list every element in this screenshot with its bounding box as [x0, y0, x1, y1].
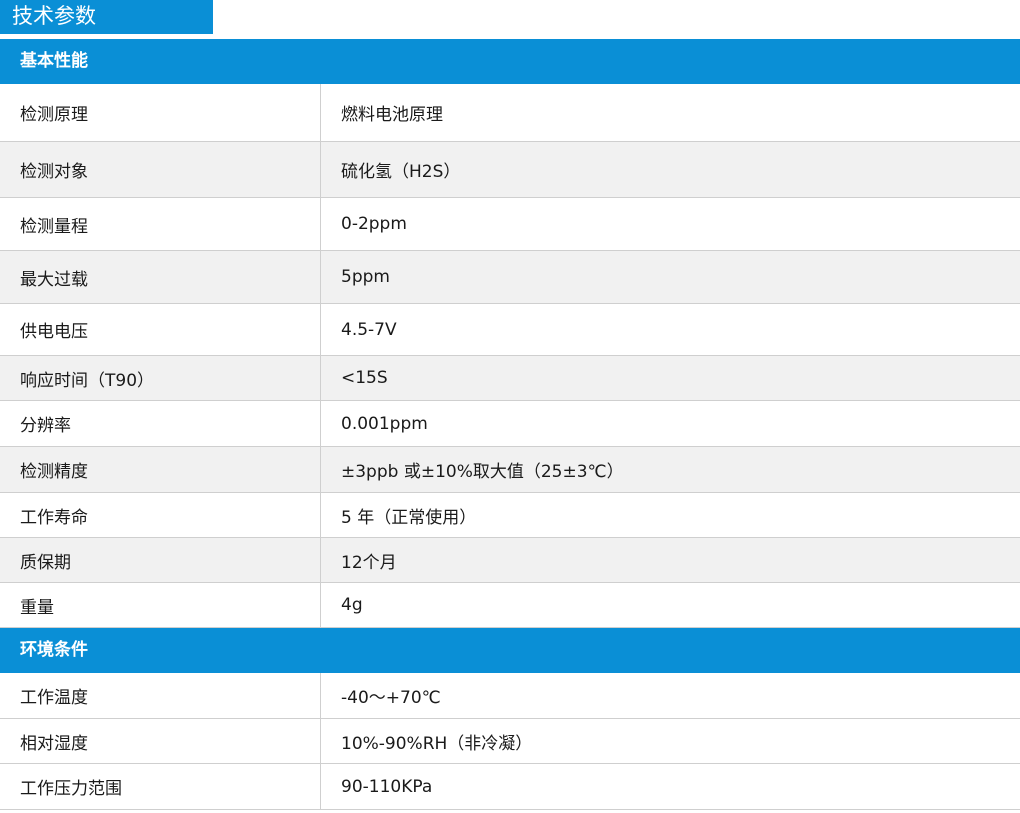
table-row: 检测原理 燃料电池原理 [0, 84, 1020, 142]
section-header-environment: 环境条件 [0, 628, 1020, 673]
row-value: ±3ppb 或±10%取大值（25±3℃） [341, 462, 624, 482]
row-value: 硫化氢（H2S） [341, 162, 461, 182]
row-value: 90-110KPa [341, 776, 433, 797]
row-value: 0-2ppm [341, 214, 407, 234]
table-row: 工作温度 -40～+70℃ [0, 673, 1020, 719]
row-label: 响应时间（T90） [0, 356, 321, 400]
table-row: 响应时间（T90） <15S [0, 356, 1020, 401]
row-value: -40～+70℃ [341, 688, 441, 708]
row-label: 工作温度 [0, 673, 321, 718]
row-value: 0.001ppm [341, 413, 428, 434]
row-label: 供电电压 [0, 304, 321, 355]
row-label: 质保期 [0, 538, 321, 582]
row-value: 4g [341, 595, 363, 615]
table-row: 分辨率 0.001ppm [0, 401, 1020, 447]
row-label: 检测对象 [0, 142, 321, 197]
row-value: 5ppm [341, 267, 390, 287]
table-row: 最大过载 5ppm [0, 251, 1020, 304]
table-row: 供电电压 4.5-7V [0, 304, 1020, 356]
row-value: 5 年（正常使用） [341, 507, 477, 528]
table-row: 相对湿度 10%-90%RH（非冷凝） [0, 719, 1020, 764]
row-value: <15S [341, 368, 388, 388]
title-divider [0, 34, 1020, 35]
row-label: 最大过载 [0, 251, 321, 303]
section-header-basic-performance: 基本性能 [0, 39, 1020, 84]
table-row: 检测精度 ±3ppb 或±10%取大值（25±3℃） [0, 447, 1020, 493]
row-value: 4.5-7V [341, 319, 397, 340]
page-title: 技术参数 [0, 0, 213, 34]
row-label: 检测精度 [0, 447, 321, 492]
row-label: 分辨率 [0, 401, 321, 446]
row-value: 燃料电池原理 [341, 105, 443, 125]
table-row: 工作压力范围 90-110KPa [0, 764, 1020, 810]
table-row: 质保期 12个月 [0, 538, 1020, 583]
row-label: 工作压力范围 [0, 764, 321, 809]
row-label: 工作寿命 [0, 493, 321, 537]
row-value: 12个月 [341, 552, 397, 573]
row-label: 重量 [0, 583, 321, 627]
table-row: 检测量程 0-2ppm [0, 198, 1020, 251]
table-row: 检测对象 硫化氢（H2S） [0, 142, 1020, 198]
row-label: 相对湿度 [0, 719, 321, 763]
row-label: 检测量程 [0, 198, 321, 250]
table-row: 重量 4g [0, 583, 1020, 628]
row-value: 10%-90%RH（非冷凝） [341, 733, 533, 754]
table-row: 工作寿命 5 年（正常使用） [0, 493, 1020, 538]
row-label: 检测原理 [0, 84, 321, 141]
